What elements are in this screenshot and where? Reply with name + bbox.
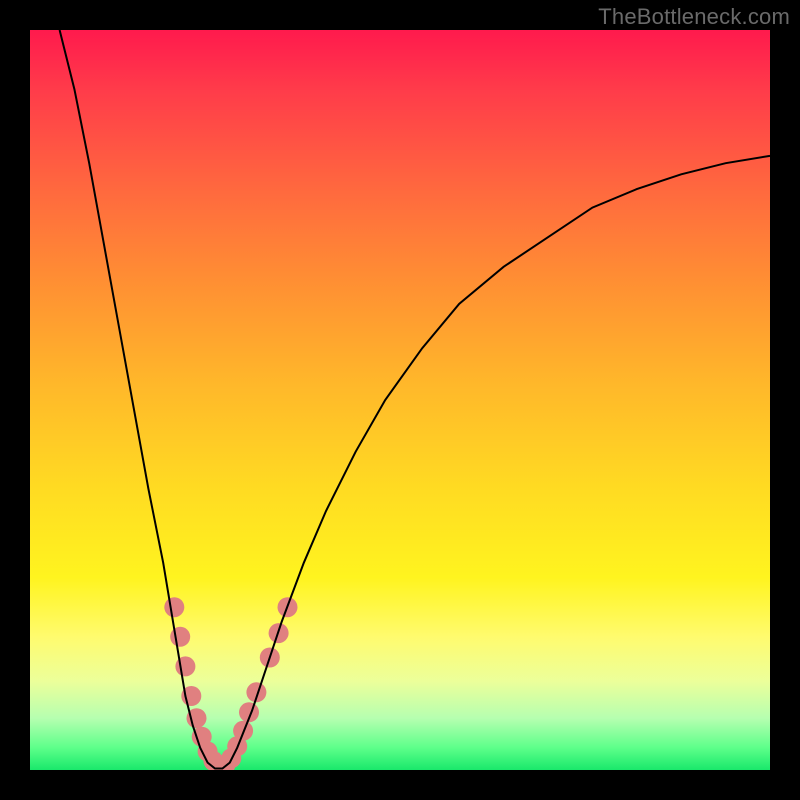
chart-frame: TheBottleneck.com [0,0,800,800]
marker-dot [170,627,190,647]
plot-area [30,30,770,770]
chart-svg [30,30,770,770]
marker-dot [164,597,184,617]
bottleneck-curve [60,30,770,769]
watermark-text: TheBottleneck.com [598,4,790,30]
